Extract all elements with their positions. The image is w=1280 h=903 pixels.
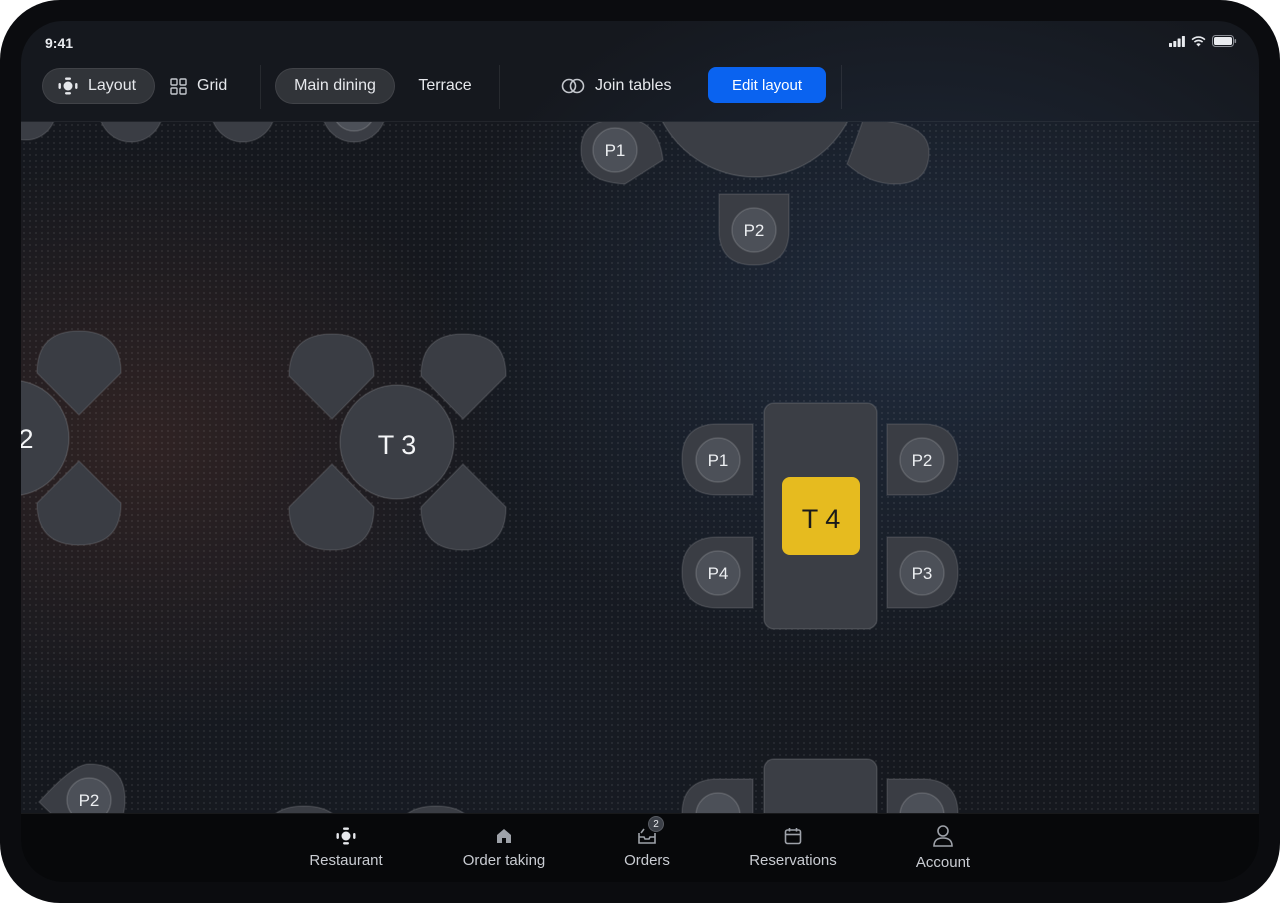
area-tab-main-dining-label: Main dining <box>294 77 376 94</box>
bottom-middle-seats <box>275 805 465 813</box>
nav-orders[interactable]: 2 Orders <box>607 816 687 869</box>
bottom-nav: Restaurant Order taking 2 Orders Reserva… <box>21 813 1259 882</box>
view-mode-grid[interactable]: Grid <box>170 68 250 104</box>
user-icon <box>932 822 954 850</box>
bottom-left-seat-p2-label: P2 <box>79 791 100 810</box>
nav-order-taking-label: Order taking <box>462 852 546 869</box>
grid-icon <box>170 77 187 95</box>
area-tab-main-dining[interactable]: Main dining <box>275 68 395 104</box>
table-t4-seat-p3-label: P3 <box>912 564 933 583</box>
top-table-seat-p1[interactable]: P1 <box>580 122 664 185</box>
table-t4-seat-p2-label: P2 <box>912 451 933 470</box>
table-2-label: 2 <box>21 424 34 454</box>
area-tab-terrace-label: Terrace <box>418 77 472 94</box>
battery-icon <box>1212 35 1237 47</box>
nav-restaurant[interactable]: Restaurant <box>301 824 391 869</box>
orders-count-badge: 2 <box>648 816 664 832</box>
bottom-left-seat-p2[interactable]: P2 <box>37 763 126 813</box>
status-time: 9:41 <box>45 35 74 51</box>
table-t4-seat-p2[interactable]: P2 <box>886 423 959 496</box>
tablet-frame: 9:41 Layout Grid Main dining Terrace Joi… <box>0 0 1280 903</box>
floor-plan-canvas: P1 P2 2 T 3 P1 P4 P2 P3 T 4 P2 <box>21 122 959 813</box>
nav-order-taking[interactable]: Order taking <box>454 824 554 869</box>
toolbar-divider <box>260 65 261 109</box>
table-t3-label: T 3 <box>378 430 417 460</box>
status-bar: 9:41 <box>21 21 1259 65</box>
nav-reservations-label: Reservations <box>749 852 837 869</box>
nav-orders-label: Orders <box>624 852 670 869</box>
top-table-seat-right[interactable] <box>846 122 930 185</box>
table-t4-seat-p3[interactable]: P3 <box>886 536 959 609</box>
bottom-right-table[interactable] <box>681 758 959 813</box>
view-mode-layout[interactable]: Layout <box>42 68 155 104</box>
status-icons <box>1169 35 1237 47</box>
nav-account-label: Account <box>915 854 971 871</box>
nav-restaurant-label: Restaurant <box>309 852 383 869</box>
toolbar-divider <box>499 65 500 109</box>
cellular-signal-icon <box>1169 35 1185 47</box>
table-t4-seat-p4-label: P4 <box>708 564 729 583</box>
top-table-seat-p1-label: P1 <box>605 141 626 160</box>
area-tab-terrace[interactable]: Terrace <box>405 68 485 104</box>
orders-icon: 2 <box>636 816 664 848</box>
top-table-seat-p2-label: P2 <box>744 221 765 240</box>
restaurant-icon <box>336 824 356 848</box>
join-tables-label: Join tables <box>595 77 672 94</box>
layout-icon <box>58 77 78 95</box>
top-left-partial-seats <box>21 122 385 143</box>
table-t4-seat-p4[interactable]: P4 <box>681 536 754 609</box>
table-t4-label: T 4 <box>802 504 841 534</box>
join-tables-icon <box>561 78 585 94</box>
edit-layout-button[interactable]: Edit layout <box>708 67 826 103</box>
table-t4-seat-p1-label: P1 <box>708 451 729 470</box>
toolbar-divider <box>841 65 842 109</box>
toolbar: Layout Grid Main dining Terrace Join tab… <box>21 65 1259 122</box>
view-mode-layout-label: Layout <box>88 77 137 94</box>
join-tables-button[interactable]: Join tables <box>561 68 691 104</box>
nav-reservations[interactable]: Reservations <box>743 824 843 869</box>
view-mode-grid-label: Grid <box>197 77 228 94</box>
floor-plan: P1 P2 2 T 3 P1 P4 P2 P3 T 4 P2 <box>21 122 1259 813</box>
calendar-icon <box>783 824 803 848</box>
wifi-icon <box>1191 35 1206 46</box>
nav-account[interactable]: Account <box>903 822 983 871</box>
top-table[interactable] <box>650 122 860 178</box>
top-table-seat-p2[interactable]: P2 <box>718 193 790 266</box>
table-t4[interactable]: T 4 <box>763 402 878 630</box>
app-screen: 9:41 Layout Grid Main dining Terrace Joi… <box>21 21 1259 882</box>
table-t4-seat-p1[interactable]: P1 <box>681 423 754 496</box>
home-icon <box>494 824 514 848</box>
table-t3[interactable]: T 3 <box>339 384 455 500</box>
